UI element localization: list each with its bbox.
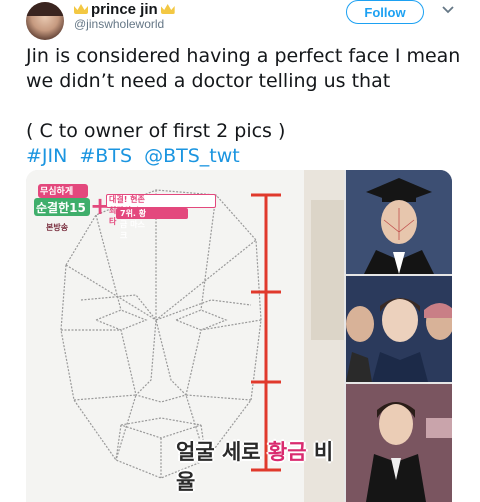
tweet-header: prince jin @jinswholeworld Follow xyxy=(0,0,480,42)
display-name[interactable]: prince jin xyxy=(91,1,158,18)
mention-link[interactable]: @BTS_twt xyxy=(144,145,240,167)
hashtag-link[interactable]: #BTS xyxy=(79,145,132,167)
badge-title: 무심하게 xyxy=(40,187,74,197)
tweet-text: Jin is considered having a perfect face … xyxy=(26,44,466,169)
badge-tag: 본방송 xyxy=(46,223,69,232)
badge-title: 순결한15 xyxy=(36,201,86,215)
golden-ratio-mask-image[interactable]: 무심하게 순결한15 + 대결! 현존 최강의 스타 7위. 황금 마스크 본방… xyxy=(26,170,344,502)
red-carpet-photo-image[interactable] xyxy=(346,384,452,502)
group-photo-image[interactable] xyxy=(346,276,452,382)
chevron-down-icon[interactable] xyxy=(442,6,454,16)
hashtag-link[interactable]: #JIN xyxy=(26,145,67,167)
follow-button[interactable]: Follow xyxy=(346,0,424,24)
image-caption: 얼굴 세로 황금 비율 xyxy=(176,440,334,494)
user-handle[interactable]: @jinswholeworld xyxy=(74,17,164,31)
side-images xyxy=(346,170,452,502)
badge-subtitle: 7위. 황금 마스크 xyxy=(120,209,147,240)
crown-emoji-icon xyxy=(74,4,88,14)
tweet-line: we didn’t need a doctor telling us that xyxy=(26,70,391,92)
graduation-photo-image[interactable] xyxy=(346,170,452,274)
tweet-line: ( C to owner of first 2 pics ) xyxy=(26,120,286,142)
avatar[interactable] xyxy=(26,2,64,40)
media-grid: 무심하게 순결한15 + 대결! 현존 최강의 스타 7위. 황금 마스크 본방… xyxy=(26,170,452,502)
crown-emoji-icon xyxy=(160,4,175,14)
tweet-line: Jin is considered having a perfect face … xyxy=(26,45,461,67)
hashtag-row: #JIN #BTS @BTS_twt xyxy=(26,144,466,169)
display-name-row[interactable]: prince jin xyxy=(74,0,175,18)
